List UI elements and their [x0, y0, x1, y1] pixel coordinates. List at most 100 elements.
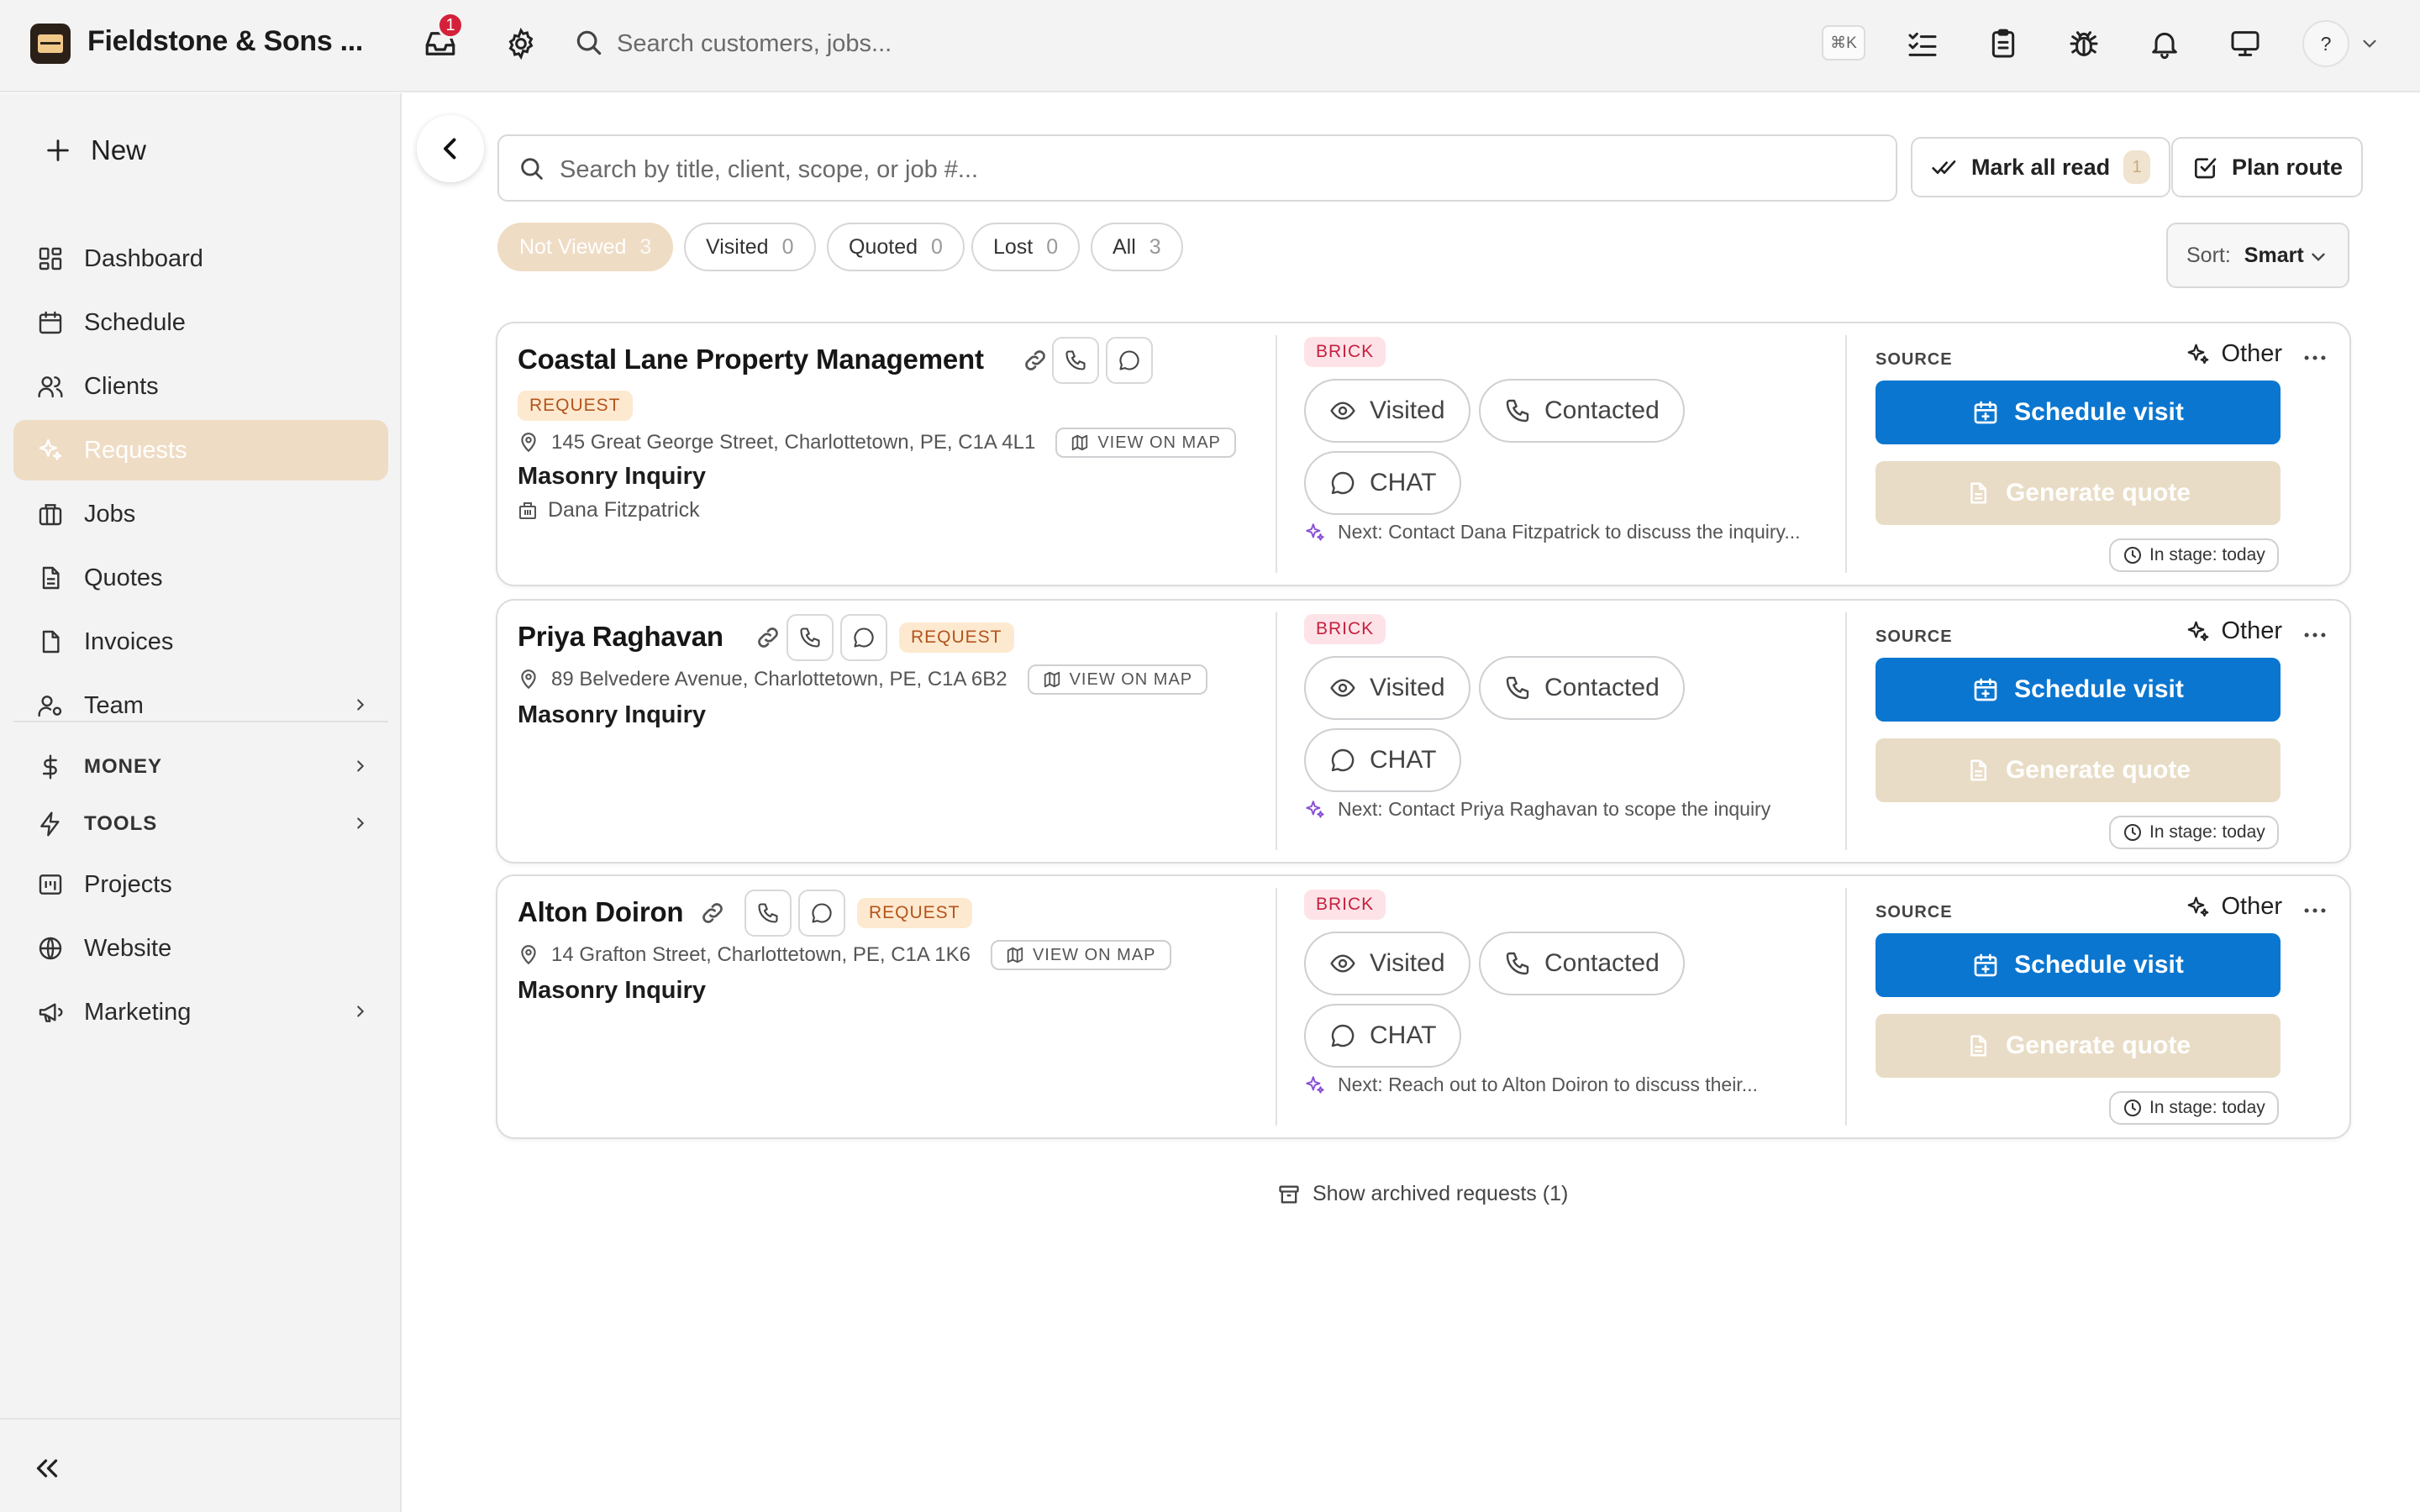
company-name[interactable]: Fieldstone & Sons ... [87, 25, 363, 58]
chat-bubble-icon[interactable] [1106, 337, 1153, 384]
checklist-icon[interactable] [1902, 24, 1943, 64]
view-on-map-button[interactable]: VIEW ON MAP [1027, 664, 1208, 695]
collapse-sidebar-icon[interactable] [32, 1453, 62, 1483]
request-card[interactable]: Alton Doiron REQUEST 14 Grafton Street, … [496, 874, 2351, 1139]
sidebar-item-quotes[interactable]: Quotes [13, 548, 388, 608]
sidebar-item-team[interactable]: Team [13, 675, 388, 736]
chat-bubble-icon [1329, 1022, 1356, 1049]
next-step-text: Next: Contact Dana Fitzpatrick to discus… [1338, 521, 1801, 543]
phone-icon[interactable] [786, 614, 834, 661]
contacted-button[interactable]: Contacted [1479, 932, 1685, 995]
sidebar-item-projects[interactable]: Projects [13, 854, 388, 915]
show-archived-link[interactable]: Show archived requests (1) [1277, 1182, 1568, 1206]
document-icon [1965, 758, 1991, 783]
filter-visited[interactable]: Visited 0 [684, 223, 816, 271]
monitor-icon[interactable] [2225, 24, 2265, 64]
chat-button[interactable]: CHAT [1304, 451, 1462, 515]
phone-icon[interactable] [744, 890, 792, 937]
generate-quote-button[interactable]: Generate quote [1876, 1014, 2281, 1078]
chevron-down-icon [2307, 246, 2329, 268]
global-search-input[interactable] [617, 25, 1793, 62]
sidebar-item-invoices[interactable]: Invoices [13, 612, 388, 672]
view-on-map-button[interactable]: VIEW ON MAP [1055, 428, 1236, 458]
more-options-icon[interactable] [2301, 621, 2329, 649]
requests-search-input[interactable] [560, 151, 1870, 188]
client-address: 14 Grafton Street, Charlottetown, PE, C1… [518, 940, 1171, 970]
more-options-icon[interactable] [2301, 896, 2329, 925]
mark-all-read-button[interactable]: Mark all read 1 [1911, 137, 2171, 197]
request-tag: REQUEST [857, 898, 972, 928]
dollar-icon [34, 750, 67, 784]
sidebar-item-dashboard[interactable]: Dashboard [13, 228, 388, 289]
inbox-icon[interactable]: 1 [420, 12, 464, 64]
schedule-visit-button[interactable]: Schedule visit [1876, 381, 2281, 444]
sidebar-item-jobs[interactable]: Jobs [13, 484, 388, 544]
plan-route-button[interactable]: Plan route [2171, 137, 2364, 197]
request-title[interactable]: Masonry Inquiry [518, 463, 706, 491]
contacted-button[interactable]: Contacted [1479, 656, 1685, 720]
settings-gear-icon[interactable] [501, 24, 541, 64]
visited-button[interactable]: Visited [1304, 656, 1470, 720]
inbox-badge: 1 [437, 12, 464, 39]
client-name[interactable]: Priya Raghavan [518, 621, 723, 653]
help-avatar-button[interactable]: ? [2302, 20, 2349, 67]
sidebar-item-marketing[interactable]: Marketing [13, 982, 388, 1042]
link-icon[interactable] [696, 896, 729, 930]
sort-dropdown[interactable]: Sort: Smart [2166, 223, 2349, 288]
generate-quote-label: Generate quote [2005, 479, 2191, 507]
generate-quote-label: Generate quote [2005, 756, 2191, 784]
phone-icon [1504, 675, 1531, 701]
chevron-down-icon[interactable] [2349, 24, 2390, 64]
sidebar-item-requests[interactable]: Requests [13, 420, 388, 480]
sidebar-item-label: Invoices [84, 627, 174, 655]
bell-icon[interactable] [2144, 24, 2185, 64]
chat-bubble-icon[interactable] [840, 614, 887, 661]
filter-not-viewed[interactable]: Not Viewed 3 [497, 223, 674, 271]
chat-button[interactable]: CHAT [1304, 728, 1462, 792]
request-title[interactable]: Masonry Inquiry [518, 701, 706, 729]
sidebar-section-money[interactable]: MONEY [13, 737, 388, 797]
bug-icon[interactable] [2064, 24, 2104, 64]
company-logo[interactable] [30, 24, 71, 64]
visited-button[interactable]: Visited [1304, 932, 1470, 995]
next-step-hint: Next: Contact Priya Raghavan to scope th… [1304, 798, 1770, 821]
client-name[interactable]: Coastal Lane Property Management [518, 344, 984, 375]
megaphone-icon [34, 995, 67, 1029]
visited-button[interactable]: Visited [1304, 379, 1470, 443]
generate-quote-button[interactable]: Generate quote [1876, 738, 2281, 802]
sidebar-item-website[interactable]: Website [13, 918, 388, 979]
link-icon[interactable] [1018, 344, 1052, 377]
requests-search-box[interactable] [497, 134, 1897, 202]
clipboard-icon[interactable] [1983, 24, 2023, 64]
document-icon [1965, 1033, 1991, 1058]
chat-bubble-icon[interactable] [798, 890, 845, 937]
contacted-button[interactable]: Contacted [1479, 379, 1685, 443]
sidebar-item-schedule[interactable]: Schedule [13, 292, 388, 353]
request-tag: REQUEST [518, 391, 633, 421]
generate-quote-button[interactable]: Generate quote [1876, 461, 2281, 525]
globe-icon [34, 932, 67, 965]
back-button[interactable] [417, 115, 484, 182]
address-text: 89 Belvedere Avenue, Charlottetown, PE, … [551, 668, 1007, 690]
sparkle-icon [34, 433, 67, 467]
filter-all[interactable]: All 3 [1091, 223, 1183, 271]
sidebar-section-tools[interactable]: TOOLS [13, 794, 388, 854]
chevron-right-icon [351, 696, 370, 714]
chat-button[interactable]: CHAT [1304, 1004, 1462, 1068]
card-divider [1276, 335, 1277, 573]
schedule-visit-button[interactable]: Schedule visit [1876, 933, 2281, 997]
request-card[interactable]: Coastal Lane Property Management REQUEST… [496, 322, 2351, 586]
filter-quoted[interactable]: Quoted 0 [827, 223, 965, 271]
map-icon [1006, 946, 1024, 964]
link-icon[interactable] [751, 621, 785, 654]
new-button[interactable]: New [44, 125, 146, 176]
client-name[interactable]: Alton Doiron [518, 896, 684, 928]
phone-icon[interactable] [1052, 337, 1099, 384]
view-on-map-button[interactable]: VIEW ON MAP [990, 940, 1171, 970]
request-card[interactable]: Priya Raghavan REQUEST 89 Belvedere Aven… [496, 599, 2351, 864]
sidebar-item-clients[interactable]: Clients [13, 356, 388, 417]
request-title[interactable]: Masonry Inquiry [518, 977, 706, 1005]
filter-lost[interactable]: Lost 0 [971, 223, 1081, 271]
more-options-icon[interactable] [2301, 344, 2329, 372]
schedule-visit-button[interactable]: Schedule visit [1876, 658, 2281, 722]
